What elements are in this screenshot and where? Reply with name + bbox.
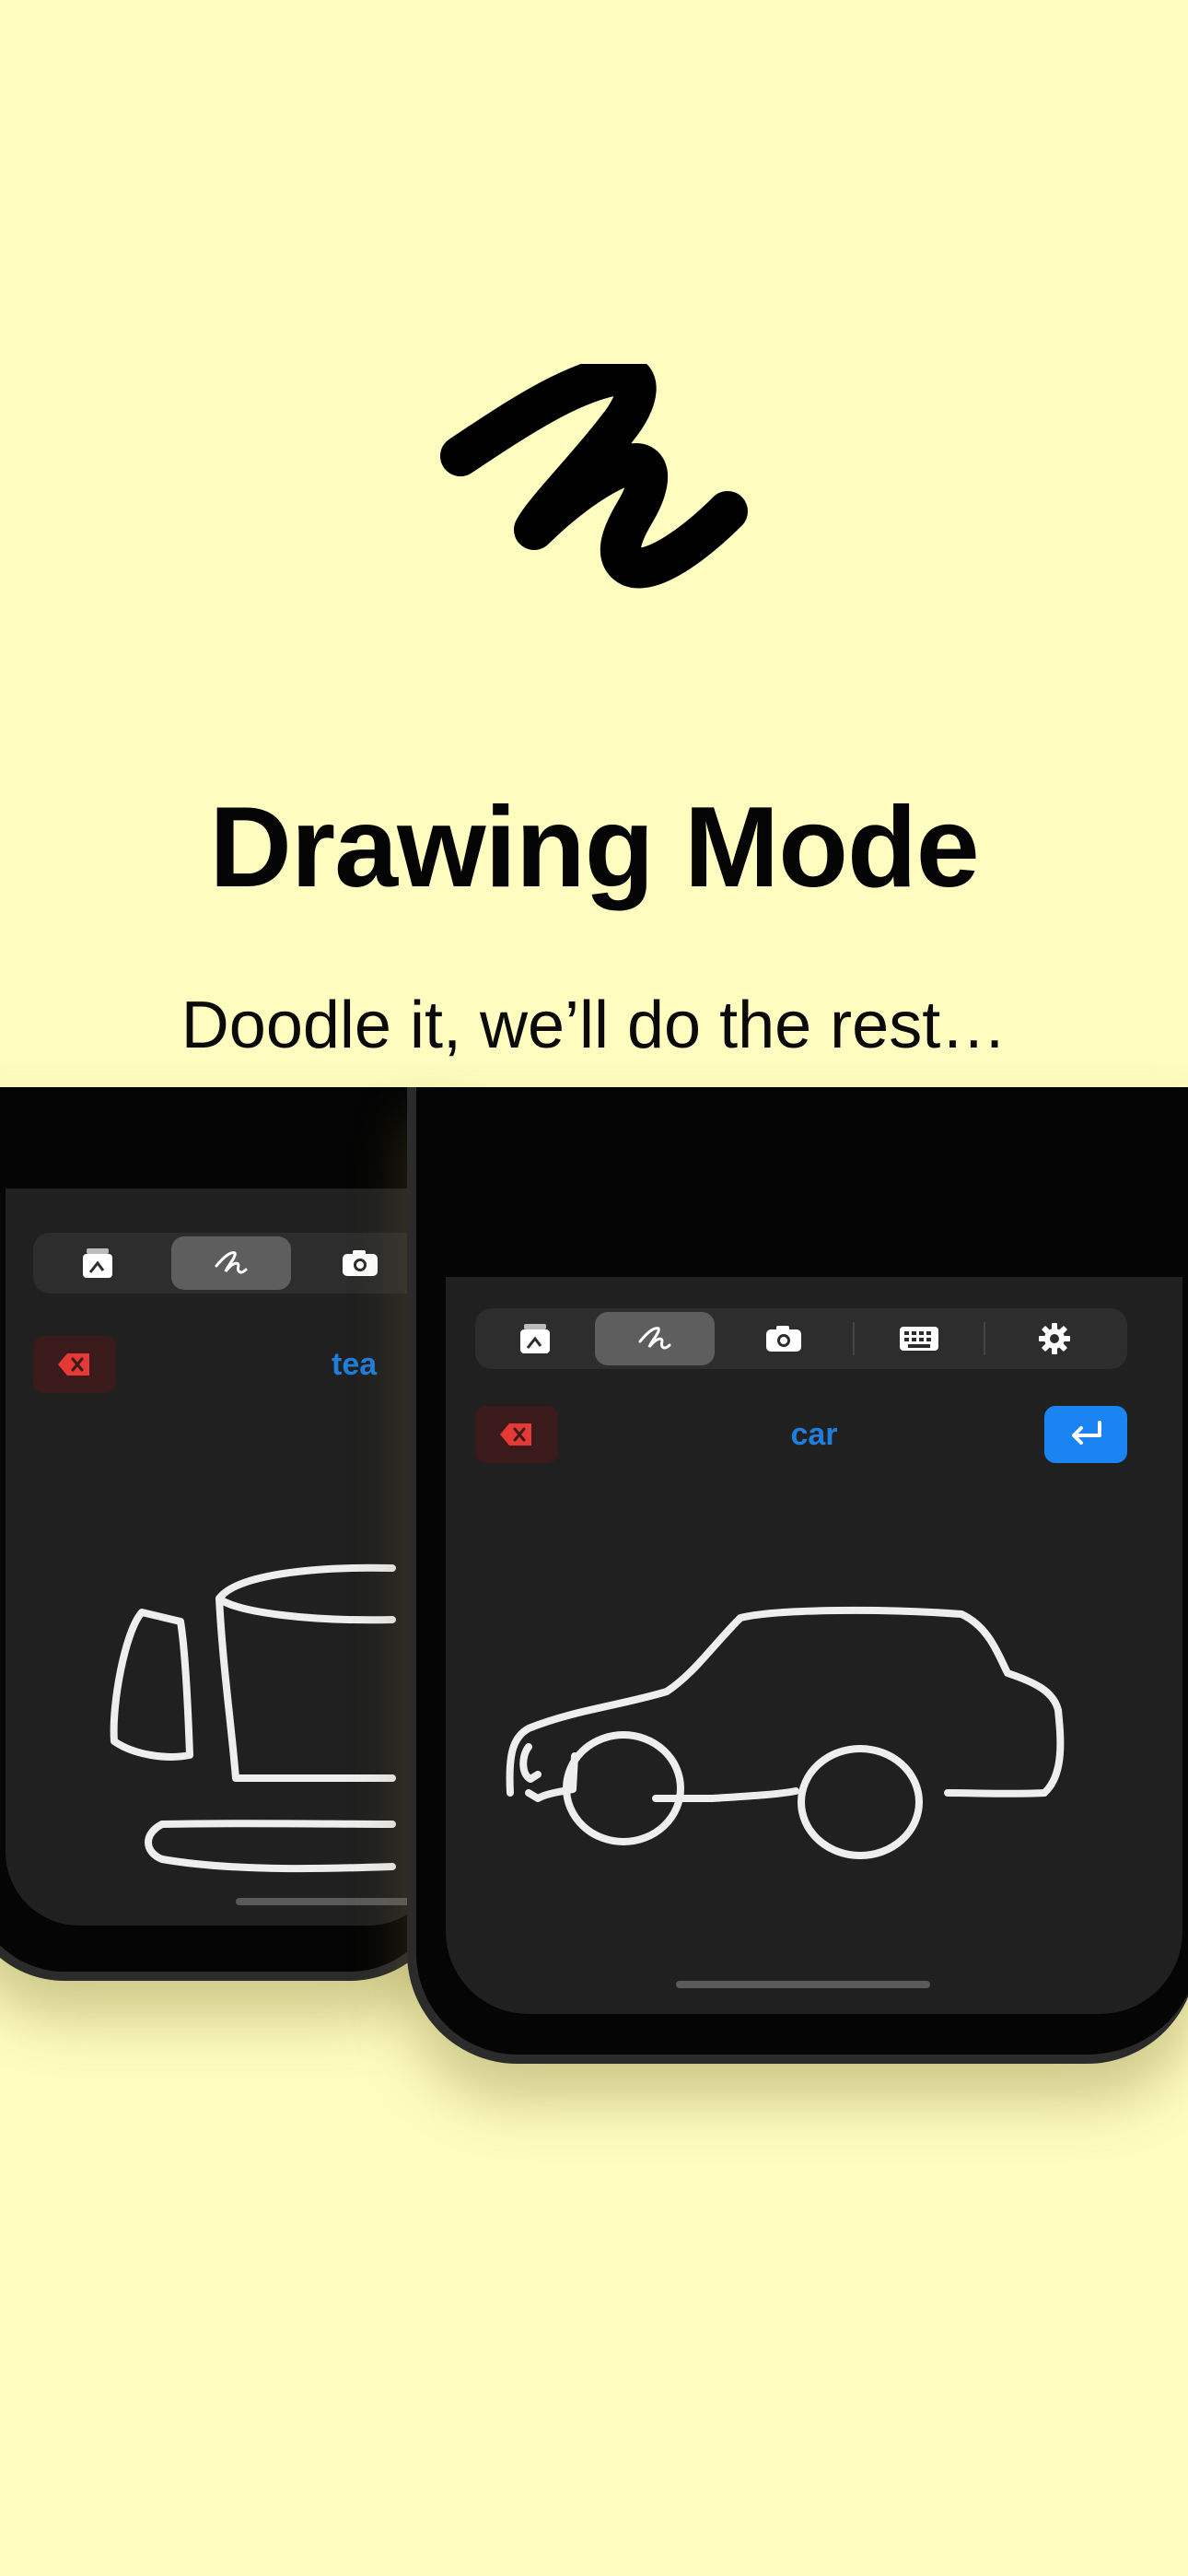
- tea-cup-drawing: [110, 1563, 396, 1873]
- home-indicator: [676, 1981, 930, 1988]
- scribble-hero-icon: [440, 364, 748, 589]
- phone-screen: tea: [6, 1188, 442, 1926]
- phone-screen: car: [446, 1277, 1182, 2014]
- phone-mockup-front: car: [407, 1087, 1188, 2064]
- car-drawing: [506, 1606, 1065, 1859]
- phone-mockup-back: tea: [0, 1087, 451, 1981]
- page-subtitle: Doodle it, we’ll do the rest…: [181, 989, 1007, 1062]
- page-title: Drawing Mode: [209, 784, 979, 911]
